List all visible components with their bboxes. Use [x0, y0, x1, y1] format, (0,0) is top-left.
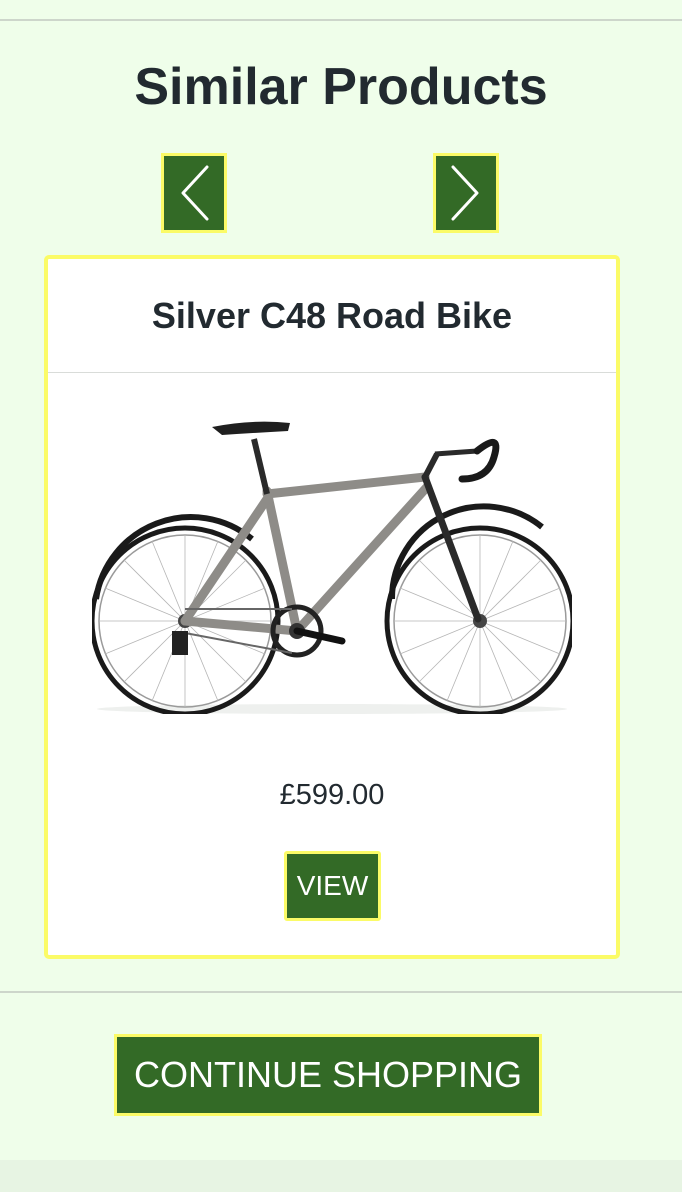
footer-edge	[0, 1160, 682, 1192]
road-bike-image[interactable]	[89, 409, 576, 717]
product-name: Silver C48 Road Bike	[151, 294, 513, 336]
product-card: Silver C48 Road Bike £599.00 VIEW	[44, 255, 620, 959]
product-card-header: Silver C48 Road Bike	[48, 259, 616, 373]
continue-shopping-button[interactable]: CONTINUE SHOPPING	[114, 1034, 542, 1116]
section-divider	[0, 991, 682, 993]
chevron-left-icon	[177, 163, 211, 223]
top-divider	[0, 19, 682, 21]
carousel-next-button[interactable]	[433, 153, 499, 233]
product-price: £599.00	[279, 779, 385, 811]
chevron-right-icon	[449, 163, 483, 223]
carousel-prev-button[interactable]	[161, 153, 227, 233]
similar-products-heading: Similar Products	[134, 58, 548, 116]
view-product-button[interactable]: VIEW	[284, 851, 381, 921]
